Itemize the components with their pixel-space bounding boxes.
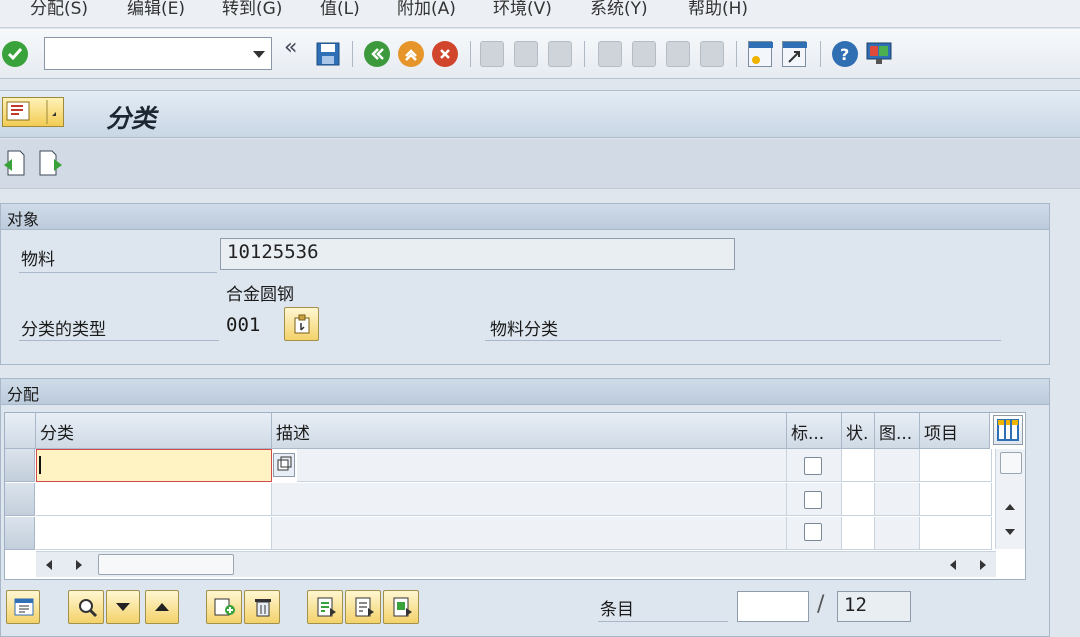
next-page-icon	[666, 41, 690, 67]
command-field[interactable]	[44, 37, 272, 70]
scroll-left-icon[interactable]	[46, 560, 52, 570]
menu-goto[interactable]: 转到(G)	[222, 0, 282, 19]
find-next-icon	[548, 41, 572, 67]
exit-icon[interactable]	[398, 41, 424, 67]
entries-label: 条目	[600, 600, 634, 620]
title-bar: 分类	[0, 90, 1080, 138]
horizontal-scrollbar[interactable]	[36, 551, 996, 577]
class-cell[interactable]	[36, 449, 272, 482]
object-group: 对象 物料 10125536 合金圆钢 分类的类型 001 物料分类	[0, 203, 1050, 365]
row-selector[interactable]	[5, 517, 35, 550]
column-header-status[interactable]: 状.	[842, 413, 875, 449]
next-object-icon[interactable]	[38, 149, 64, 177]
column-header-standard[interactable]: 标...	[787, 413, 842, 449]
enter-check-icon[interactable]	[2, 41, 28, 67]
row-selector[interactable]	[5, 449, 35, 482]
scroll-down-icon[interactable]	[1005, 529, 1015, 535]
menu-system[interactable]: 系统(Y)	[590, 0, 648, 19]
find-icon	[514, 41, 538, 67]
sort-ascending-button[interactable]	[145, 590, 179, 624]
select-all-header[interactable]	[5, 413, 36, 449]
deselect-all-button[interactable]	[345, 590, 381, 624]
assignment-group-title: 分配	[7, 385, 40, 404]
description-cell	[297, 449, 787, 482]
details-button[interactable]	[6, 590, 40, 624]
collapse-icon[interactable]: «	[284, 35, 297, 60]
scroll-right-icon[interactable]	[76, 560, 82, 570]
scroll-left-icon[interactable]	[950, 560, 956, 570]
customize-layout-icon[interactable]	[866, 41, 892, 67]
previous-object-icon[interactable]	[2, 149, 28, 177]
menu-bar: 分配(S) 编辑(E) 转到(G) 值(L) 附加(A) 环境(V) 系统(Y)…	[0, 0, 1080, 28]
insert-row-button[interactable]	[206, 590, 242, 624]
material-label: 物料	[21, 250, 55, 270]
entries-total-field: 12	[837, 591, 911, 622]
standard-checkbox[interactable]	[804, 523, 822, 541]
material-description: 合金圆钢	[226, 285, 294, 305]
class-type-description: 物料分类	[490, 320, 558, 340]
save-icon[interactable]	[316, 41, 340, 67]
menu-extras[interactable]: 附加(A)	[397, 0, 456, 19]
scroll-thumb[interactable]	[1000, 452, 1022, 474]
row-selector[interactable]	[5, 483, 35, 516]
column-header-item[interactable]: 项目	[920, 413, 990, 449]
menu-assignment[interactable]: 分配(S)	[30, 0, 88, 19]
class-type-value: 001	[226, 314, 261, 336]
column-header-description[interactable]: 描述	[272, 413, 787, 449]
standard-toolbar: « ?	[0, 29, 1080, 79]
search-button[interactable]	[68, 590, 104, 624]
page-title: 分类	[106, 104, 157, 133]
column-header-class[interactable]: 分类	[36, 413, 272, 449]
class-type-help-button[interactable]	[284, 307, 319, 341]
description-cell	[272, 483, 787, 516]
description-cell	[272, 517, 787, 550]
back-icon[interactable]	[364, 41, 390, 67]
last-page-icon	[700, 41, 724, 67]
help-icon[interactable]: ?	[832, 41, 858, 67]
new-session-icon[interactable]	[748, 41, 773, 67]
chevron-up-icon	[155, 603, 169, 611]
menu-help[interactable]: 帮助(H)	[688, 0, 748, 19]
menu-values[interactable]: 值(L)	[320, 0, 360, 19]
entries-current-field[interactable]	[737, 591, 809, 622]
menu-edit[interactable]: 编辑(E)	[127, 0, 185, 19]
menu-environment[interactable]: 环境(V)	[493, 0, 552, 19]
entries-separator: /	[817, 592, 825, 617]
screen-menu-button[interactable]	[2, 97, 64, 127]
vertical-scrollbar[interactable]	[995, 449, 1025, 549]
class-type-label: 分类的类型	[21, 320, 106, 340]
material-field[interactable]: 10125536	[220, 238, 735, 270]
svg-text:?: ?	[840, 45, 849, 64]
shortcut-icon[interactable]	[782, 41, 807, 67]
chevron-down-icon	[116, 603, 130, 611]
table-settings-icon[interactable]	[993, 415, 1023, 445]
value-help-icon[interactable]	[273, 453, 295, 477]
standard-checkbox[interactable]	[804, 457, 822, 475]
class-cell[interactable]	[36, 517, 272, 550]
column-header-graphic[interactable]: 图...	[875, 413, 920, 449]
print-icon	[480, 41, 504, 67]
assignment-table: 分类 描述 标... 状. 图... 项目	[4, 412, 1026, 580]
sort-descending-button[interactable]	[106, 590, 140, 624]
select-all-button[interactable]	[307, 590, 343, 624]
object-group-title: 对象	[7, 210, 40, 229]
class-cell[interactable]	[36, 483, 272, 516]
application-toolbar	[0, 139, 1080, 189]
select-block-button[interactable]	[383, 590, 419, 624]
standard-checkbox[interactable]	[804, 491, 822, 509]
previous-page-icon	[632, 41, 656, 67]
scroll-up-icon[interactable]	[1005, 504, 1015, 510]
chevron-down-icon[interactable]	[253, 51, 265, 58]
scroll-right-icon[interactable]	[980, 560, 986, 570]
cancel-icon[interactable]	[432, 41, 458, 67]
delete-row-button[interactable]	[244, 590, 280, 624]
horizontal-scroll-thumb[interactable]	[98, 554, 234, 575]
first-page-icon	[598, 41, 622, 67]
